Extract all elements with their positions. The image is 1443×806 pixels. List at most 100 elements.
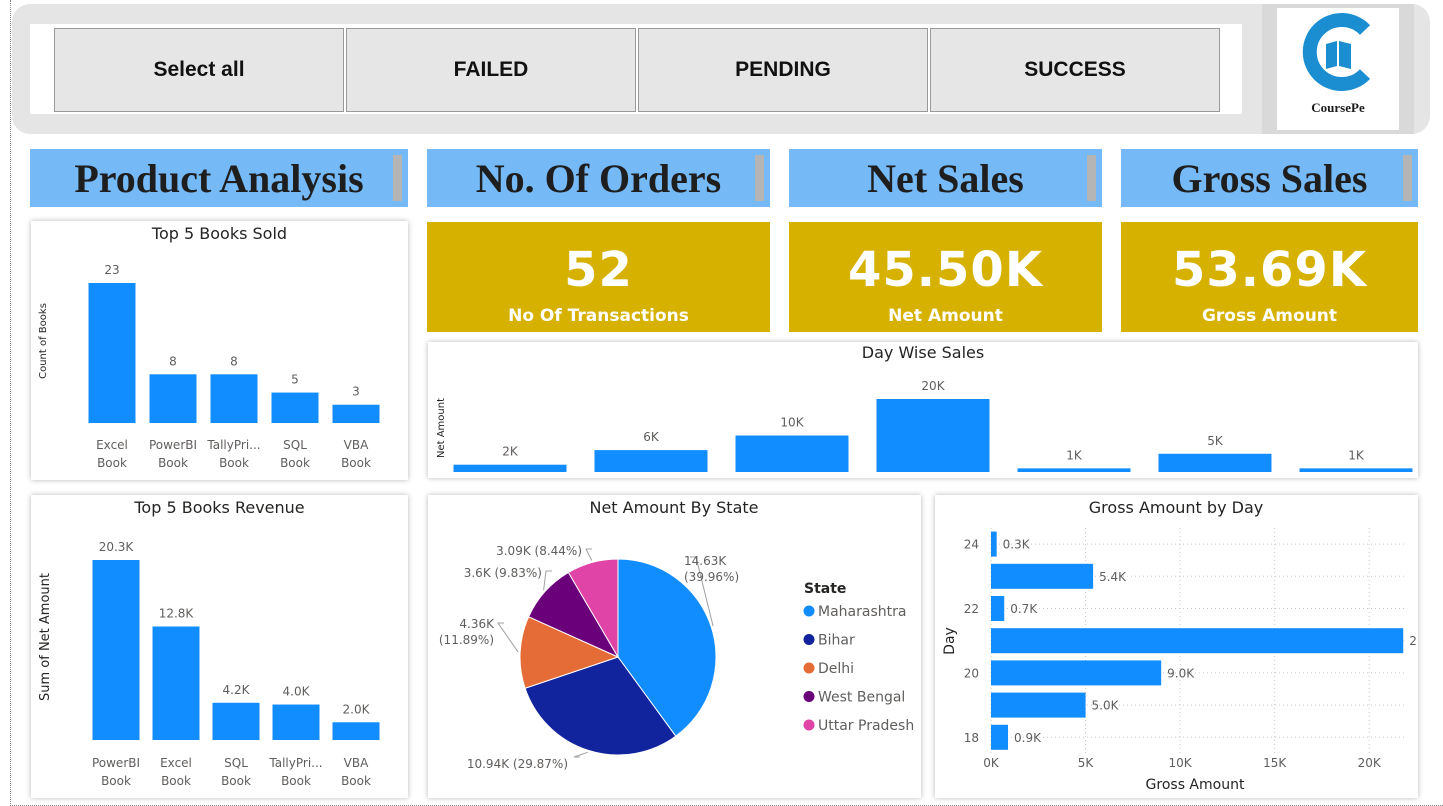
header-scrollbar[interactable]: [1087, 155, 1096, 201]
category-label: Book: [221, 774, 251, 788]
data-label: 5: [291, 373, 299, 387]
category-label: TallyPri...: [206, 438, 260, 452]
bar[interactable]: [332, 722, 380, 740]
header-no-of-orders-label: No. Of Orders: [475, 155, 722, 201]
slicer-failed-button[interactable]: FAILED: [346, 28, 636, 112]
data-label: 20K: [921, 379, 945, 393]
books-revenue-chart-card[interactable]: Top 5 Books Revenue Sum of Net Amount 20.3…: [31, 495, 408, 798]
coursepe-logo-icon: [1302, 13, 1371, 91]
bar[interactable]: [149, 374, 197, 423]
y-axis-label: Net Amount: [436, 398, 447, 458]
bar[interactable]: [152, 626, 200, 740]
category-label: Book: [219, 456, 249, 470]
bar[interactable]: [735, 435, 849, 473]
data-label: 10.94K (29.87%): [467, 757, 568, 771]
kpi-net-value: 45.50K: [847, 242, 1044, 298]
state-pie-chart-card[interactable]: Net Amount By State 14.63K (39.96%) 10.94K …: [428, 495, 921, 798]
chart-title: Net Amount By State: [589, 498, 758, 517]
bar[interactable]: [991, 692, 1086, 718]
category-label: VBA: [344, 756, 369, 770]
kpi-orders-card[interactable]: 52 No Of Transactions: [427, 222, 770, 332]
header-scrollbar[interactable]: [1403, 155, 1412, 201]
bar[interactable]: [210, 374, 258, 423]
bar[interactable]: [92, 560, 140, 740]
kpi-net-card[interactable]: 45.50K Net Amount: [789, 222, 1102, 332]
books-sold-chart[interactable]: Top 5 Books Sold Count of Books 23 Excel Boo…: [31, 221, 408, 480]
day-wise-sales-chart-card[interactable]: Day Wise Sales Net Amount 2K 6K 10K 20K 1K 5K 1K: [428, 342, 1418, 478]
category-label: VBA: [344, 438, 369, 452]
bar[interactable]: [1158, 453, 1272, 472]
data-label: 23: [104, 263, 119, 277]
bar[interactable]: [1299, 468, 1413, 472]
books-revenue-chart[interactable]: Top 5 Books Revenue Sum of Net Amount 20.3…: [31, 495, 408, 798]
data-label: 6K: [643, 430, 660, 444]
data-label: 5.4K: [1099, 570, 1127, 584]
bar[interactable]: [991, 628, 1404, 654]
bar[interactable]: [272, 704, 320, 740]
x-tick-label: 15K: [1263, 756, 1287, 770]
x-tick-label: 20K: [1358, 756, 1382, 770]
y-axis-label: Day: [942, 627, 958, 655]
data-label: 8: [230, 354, 238, 368]
legend-item[interactable]: Maharashtra: [818, 604, 906, 620]
header-scrollbar[interactable]: [393, 155, 402, 201]
legend-item[interactable]: Uttar Pradesh: [818, 718, 914, 734]
legend-title: State: [804, 581, 846, 597]
chart-title: Top 5 Books Sold: [151, 224, 287, 243]
category-label: SQL: [224, 756, 248, 770]
legend-marker[interactable]: [803, 719, 815, 731]
bar[interactable]: [88, 283, 136, 423]
slicer-pending-button[interactable]: PENDING: [638, 28, 928, 112]
header-net-sales: Net Sales: [789, 149, 1102, 207]
header-gross-sales-label: Gross Sales: [1171, 155, 1368, 201]
data-label: 12.8K: [159, 607, 195, 621]
legend-marker[interactable]: [803, 691, 815, 702]
legend-marker[interactable]: [803, 634, 815, 645]
y-axis-label: Sum of Net Amount: [38, 573, 53, 701]
slicer-success-button[interactable]: SUCCESS: [930, 28, 1220, 112]
bar[interactable]: [991, 660, 1162, 686]
bar[interactable]: [594, 450, 708, 472]
legend-item[interactable]: Delhi: [818, 661, 854, 677]
kpi-gross-value: 53.69K: [1171, 242, 1368, 298]
x-tick-label: 0K: [983, 756, 1000, 770]
legend-marker[interactable]: [803, 662, 815, 674]
category-label: Book: [158, 456, 188, 470]
bar[interactable]: [876, 399, 990, 472]
bar[interactable]: [271, 392, 319, 423]
kpi-orders-value: 52: [564, 242, 633, 298]
logo: CoursePe: [1262, 4, 1414, 134]
gross-by-day-chart-card[interactable]: Gross Amount by Day 0K 5K 10K 15K 20K 0.3K 24 5.…: [935, 495, 1418, 798]
slicer-select-all-button[interactable]: Select all: [54, 28, 344, 112]
gross-by-day-chart[interactable]: Gross Amount by Day 0K 5K 10K 15K 20K 0.3K 24 5.…: [935, 495, 1418, 798]
data-label: 14.63K: [684, 554, 727, 568]
logo-card: CoursePe: [1277, 8, 1399, 130]
bar[interactable]: [991, 596, 1005, 621]
chart-title: Gross Amount by Day: [1089, 498, 1263, 517]
legend-item[interactable]: West Bengal: [818, 690, 905, 706]
bar[interactable]: [453, 464, 567, 472]
header-product-analysis: Product Analysis: [30, 149, 408, 207]
data-label: 9.0K: [1167, 666, 1195, 680]
bar[interactable]: [991, 724, 1009, 750]
header-product-analysis-label: Product Analysis: [74, 155, 364, 201]
day-wise-sales-chart[interactable]: Day Wise Sales Net Amount 2K 6K 10K 20K 1K 5K 1K: [428, 342, 1418, 478]
bar[interactable]: [991, 563, 1094, 589]
bar[interactable]: [991, 531, 997, 557]
legend-marker[interactable]: [803, 605, 815, 617]
header-scrollbar[interactable]: [755, 155, 764, 201]
kpi-gross-card[interactable]: 53.69K Gross Amount: [1121, 222, 1418, 332]
data-label: 0.7K: [1010, 602, 1038, 616]
books-sold-chart-card[interactable]: Top 5 Books Sold Count of Books 23 Excel Boo…: [31, 221, 408, 480]
bar[interactable]: [212, 702, 260, 740]
header-no-of-orders: No. Of Orders: [427, 149, 770, 207]
legend-item[interactable]: Bihar: [818, 633, 855, 649]
state-pie-chart[interactable]: Net Amount By State 14.63K (39.96%) 10.94K …: [428, 495, 921, 798]
chart-title: Top 5 Books Revenue: [133, 498, 304, 517]
y-tick-label: 24: [964, 538, 979, 552]
bar[interactable]: [1017, 468, 1131, 472]
category-label: Book: [101, 774, 131, 788]
bar[interactable]: [332, 404, 380, 423]
data-label: 8: [169, 354, 177, 368]
data-label: 4.2K: [223, 683, 251, 697]
